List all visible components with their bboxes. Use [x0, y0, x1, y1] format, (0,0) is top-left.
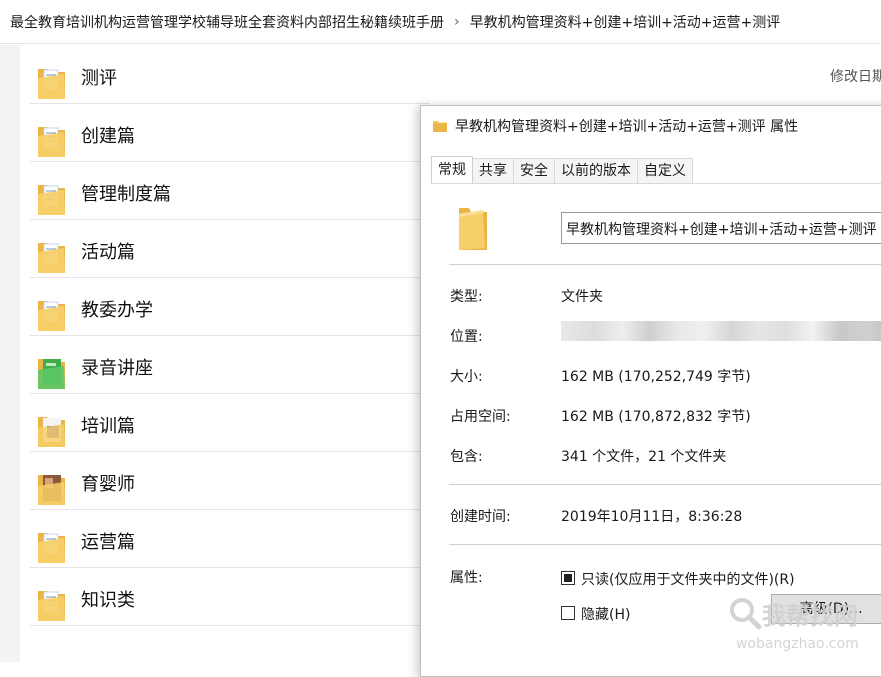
attributes-label: 属性: [450, 570, 483, 586]
advanced-button[interactable]: 高级(D)... [771, 594, 881, 624]
large-folder-icon [459, 208, 487, 250]
list-item[interactable]: 育婴师 [30, 452, 430, 510]
readonly-checkbox[interactable] [561, 571, 575, 585]
tab-general[interactable]: 常规 [431, 156, 473, 183]
folder-docs-icon [37, 530, 67, 564]
tab-sharing[interactable]: 共享 [472, 158, 514, 183]
separator [449, 544, 881, 545]
type-label: 类型: [450, 289, 483, 305]
folder-purple-icon [37, 414, 67, 448]
folder-docs-icon [37, 588, 67, 622]
hidden-checkbox[interactable] [561, 606, 575, 620]
dialog-title: 早教机构管理资料+创建+培训+活动+运营+测评 属性 [455, 119, 799, 135]
breadcrumb-current[interactable]: 早教机构管理资料+创建+培训+活动+运营+测评 [470, 12, 781, 32]
separator [449, 264, 881, 265]
list-item-name: 知识类 [81, 590, 135, 611]
breadcrumb-parent[interactable]: 最全教育培训机构运营管理学校辅导班全套资料内部招生秘籍续班手册 [10, 12, 444, 32]
location-value-blurred [561, 321, 881, 341]
type-value: 文件夹 [561, 289, 603, 305]
navigation-pane-edge [0, 45, 20, 662]
list-item-name: 运营篇 [81, 532, 135, 553]
folder-docs-icon [37, 182, 67, 216]
folder-docs-icon [37, 298, 67, 332]
location-label: 位置: [450, 329, 483, 345]
properties-dialog: 早教机构管理资料+创建+培训+活动+运营+测评 属性 常规 共享 安全 以前的版… [420, 105, 881, 677]
readonly-label[interactable]: 只读(仅应用于文件夹中的文件)(R) [581, 569, 795, 589]
list-item[interactable]: 管理制度篇 [30, 162, 430, 220]
created-value: 2019年10月11日，8:36:28 [561, 509, 743, 525]
tab-previous-versions[interactable]: 以前的版本 [554, 158, 638, 183]
file-list: 测评创建篇管理制度篇活动篇教委办学录音讲座培训篇育婴师运营篇知识类 [30, 46, 430, 626]
list-item-name: 录音讲座 [81, 358, 153, 379]
list-item[interactable]: 活动篇 [30, 220, 430, 278]
size-value: 162 MB (170,252,749 字节) [561, 369, 751, 385]
separator [449, 484, 881, 485]
folder-docs-icon [37, 124, 67, 158]
list-item[interactable]: 录音讲座 [30, 336, 430, 394]
size-label: 大小: [450, 369, 483, 385]
folder-audio-icon [37, 356, 67, 390]
list-item[interactable]: 培训篇 [30, 394, 430, 452]
list-item[interactable]: 运营篇 [30, 510, 430, 568]
size-on-disk-label: 占用空间: [450, 409, 511, 425]
list-item[interactable]: 知识类 [30, 568, 430, 626]
folder-docs-icon [37, 66, 67, 100]
breadcrumb: 最全教育培训机构运营管理学校辅导班全套资料内部招生秘籍续班手册 › 早教机构管理… [0, 0, 881, 44]
hidden-label[interactable]: 隐藏(H) [581, 604, 630, 624]
list-item[interactable]: 教委办学 [30, 278, 430, 336]
list-item-name: 创建篇 [81, 126, 135, 147]
folder-name-input[interactable]: 早教机构管理资料+创建+培训+活动+运营+测评 [561, 212, 881, 244]
list-item[interactable]: 创建篇 [30, 104, 430, 162]
tab-customize[interactable]: 自定义 [637, 158, 693, 183]
tab-divider [431, 183, 881, 184]
list-item-name: 活动篇 [81, 242, 135, 263]
contains-label: 包含: [450, 449, 483, 465]
dialog-tabs: 常规 共享 安全 以前的版本 自定义 [431, 156, 693, 184]
contains-value: 341 个文件，21 个文件夹 [561, 449, 727, 465]
breadcrumb-separator-icon[interactable]: › [454, 14, 460, 30]
created-label: 创建时间: [450, 509, 511, 525]
list-item-name: 培训篇 [81, 416, 135, 437]
list-item[interactable]: 测评 [30, 46, 430, 104]
list-item-name: 育婴师 [81, 474, 135, 495]
size-on-disk-value: 162 MB (170,872,832 字节) [561, 409, 751, 425]
folder-photo-icon [37, 472, 67, 506]
dialog-title-bar[interactable]: 早教机构管理资料+创建+培训+活动+运营+测评 属性 [421, 106, 881, 146]
column-header-modified-date[interactable]: 修改日期 [830, 66, 881, 86]
list-item-name: 教委办学 [81, 300, 153, 321]
folder-icon [433, 121, 447, 132]
list-item-name: 测评 [81, 68, 117, 89]
list-item-name: 管理制度篇 [81, 184, 171, 205]
tab-security[interactable]: 安全 [513, 158, 555, 183]
folder-docs-icon [37, 240, 67, 274]
